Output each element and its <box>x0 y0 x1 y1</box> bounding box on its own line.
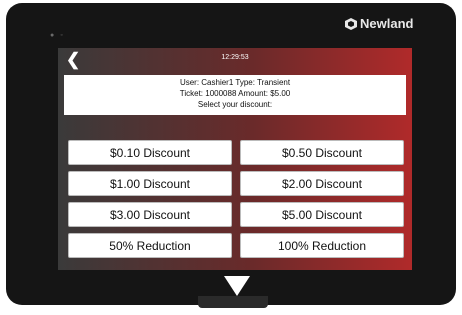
reduction-100-button[interactable]: 100% Reduction <box>240 233 404 258</box>
brand-logo: Newland <box>345 16 413 31</box>
reduction-50-button[interactable]: 50% Reduction <box>68 233 232 258</box>
discount-100-button[interactable]: $1.00 Discount <box>68 171 232 196</box>
ticket-amount-line: Ticket: 1000088 Amount: $5.00 <box>179 89 291 98</box>
discount-200-button[interactable]: $2.00 Discount <box>240 171 404 196</box>
discount-button-grid: $0.10 Discount $0.50 Discount $1.00 Disc… <box>68 140 404 258</box>
sensor-icon: ◦ <box>60 32 63 39</box>
clock: 12:29:53 <box>221 54 249 61</box>
top-bar: ❮ 12:29:53 <box>58 48 412 72</box>
discount-050-button[interactable]: $0.50 Discount <box>240 140 404 165</box>
camera-icon: ● <box>50 32 55 39</box>
discount-010-button[interactable]: $0.10 Discount <box>68 140 232 165</box>
sensor-area: ● ◦ <box>50 32 67 39</box>
prompt-line: Select your discount: <box>197 100 273 109</box>
screen: ❮ 12:29:53 User: Cashier1 Type: Transien… <box>58 48 412 270</box>
discount-300-button[interactable]: $3.00 Discount <box>68 202 232 227</box>
scroll-down-icon[interactable] <box>224 276 250 296</box>
user-type-line: User: Cashier1 Type: Transient <box>179 78 291 87</box>
newland-logo-icon <box>345 17 357 30</box>
ticket-info-box: User: Cashier1 Type: Transient Ticket: 1… <box>64 75 406 115</box>
discount-500-button[interactable]: $5.00 Discount <box>240 202 404 227</box>
device-stand <box>198 296 268 308</box>
brand-name: Newland <box>360 16 414 31</box>
